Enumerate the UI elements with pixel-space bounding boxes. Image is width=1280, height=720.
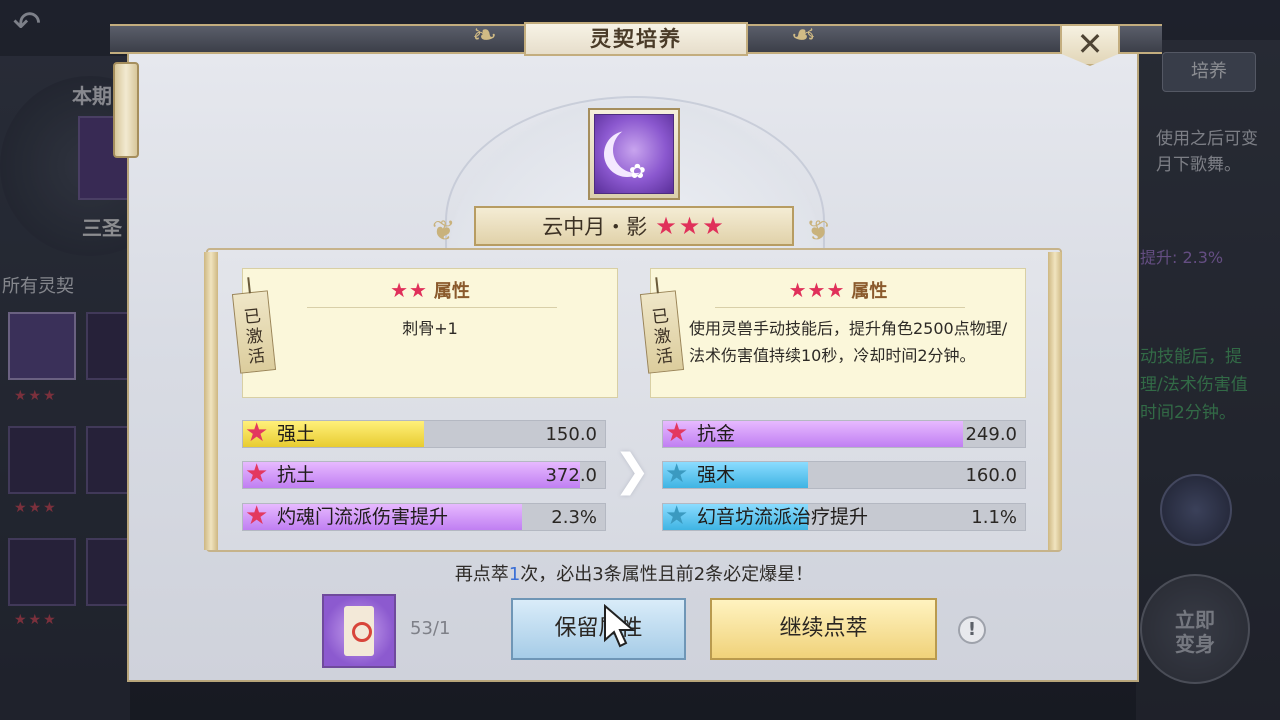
slot-stars-icon: ★★★ (14, 500, 58, 516)
all-contracts-label: 所有灵契 (2, 276, 74, 297)
material-count: 53/1 (410, 618, 451, 639)
current-card-label: 属性 (433, 281, 470, 302)
info-icon[interactable]: ! (958, 616, 986, 644)
next-stat-row: ★ 幻音坊流派治疗提升 1.1% (662, 501, 1026, 531)
stat-name: 强木 (697, 464, 736, 486)
right-effect-line: 时间2分钟。 (1140, 403, 1236, 423)
mouse-cursor-icon (604, 604, 636, 648)
stat-value: 160.0 (965, 465, 1017, 486)
title-left-ornament-icon: ❧ (472, 18, 498, 53)
right-desc-line: 使用之后可变 (1156, 129, 1258, 149)
stat-value: 372.0 (545, 465, 597, 486)
stat-name: 灼魂门流派伤害提升 (277, 506, 449, 528)
star-icon: ★ (665, 501, 689, 531)
next-attribute-card: ★★★ 属性 使用灵兽手动技能后，提升角色2500点物理/法术伤害值持续10秒，冷… (650, 268, 1026, 398)
stat-name: 幻音坊流派治疗提升 (697, 506, 869, 528)
left-featured-name: 三圣 (82, 216, 122, 240)
back-arrow-icon[interactable]: ↶ (6, 6, 48, 42)
left-period-title: 本期 (72, 84, 112, 108)
slot-stars-icon: ★★★ (14, 612, 58, 628)
next-stat-row: ★ 抗金 249.0 (662, 418, 1026, 448)
item-name-plate: 云中月・影 ★★★ (474, 206, 794, 246)
tab-cultivate[interactable]: 培养 (1162, 52, 1256, 92)
scroll-ornament-icon (113, 62, 139, 158)
star-icon: ★ (245, 501, 269, 531)
transform-button-line: 立即 (1175, 608, 1215, 632)
stat-name: 抗土 (277, 464, 316, 486)
current-stat-row: ★ 强土 150.0 (242, 418, 606, 448)
current-stat-row: ★ 抗土 372.0 (242, 459, 606, 489)
transform-button-line: 变身 (1175, 632, 1215, 656)
star-icon: ★ (245, 418, 269, 448)
crescent-moon-flower-icon: ✿ (594, 114, 674, 194)
stat-name: 强土 (277, 423, 316, 445)
stat-value: 2.3% (551, 507, 597, 528)
title-right-ornament-icon: ❧ (790, 18, 816, 53)
next-effect-text: 使用灵兽手动技能后，提升角色2500点物理/法术伤害值持续10秒，冷却时间2分钟… (689, 319, 1008, 365)
arrow-right-icon: ❯ (613, 445, 651, 496)
next-stars-icon: ★★★ (788, 278, 846, 302)
next-stat-row: ★ 强木 160.0 (662, 459, 1026, 489)
stat-value: 249.0 (965, 424, 1017, 445)
refine-hint: 再点萃1次，必出3条属性且前2条必定爆星！ (0, 560, 1268, 586)
contract-slot[interactable] (86, 312, 130, 380)
hint-count: 1 (508, 564, 521, 585)
hint-prefix: 再点萃 (454, 564, 509, 585)
left-side-ornament (204, 252, 218, 550)
transform-now-button[interactable]: 立即 变身 (1140, 574, 1250, 684)
stat-name: 抗金 (697, 423, 736, 445)
star-icon: ★ (665, 459, 689, 489)
next-card-header: ★★★ 属性 (651, 277, 1025, 303)
divider (307, 307, 557, 308)
current-attribute-card: ★★ 属性 刺骨+1 (242, 268, 618, 398)
item-frame[interactable]: ✿ (588, 108, 680, 200)
right-boost-text: 提升: 2.3% (1140, 248, 1224, 267)
current-effect-text: 刺骨+1 (402, 319, 458, 338)
refine-material-scroll-icon[interactable] (322, 594, 396, 668)
star-icon: ★ (245, 459, 269, 489)
spirit-avatar[interactable] (1160, 474, 1232, 546)
contract-slot[interactable] (8, 426, 76, 494)
item-stars-icon: ★★★ (655, 212, 726, 240)
right-side-ornament (1048, 252, 1062, 550)
next-card-label: 属性 (851, 281, 888, 302)
right-effect-line: 理/法术伤害值 (1140, 375, 1248, 395)
continue-refine-button[interactable]: 继续点萃 (710, 598, 937, 660)
contract-slot[interactable] (8, 312, 76, 380)
keep-attributes-button[interactable]: 保留属性 (511, 598, 686, 660)
slot-stars-icon: ★★★ (14, 388, 58, 404)
activated-tag-text: 已激活 (650, 306, 675, 368)
stat-value: 150.0 (545, 424, 597, 445)
dialog-title: 灵契培养 (524, 22, 748, 56)
current-stars-icon: ★★ (390, 278, 428, 302)
contract-slot[interactable] (86, 426, 130, 494)
current-card-header: ★★ 属性 (243, 277, 617, 303)
current-stat-row: ★ 灼魂门流派伤害提升 2.3% (242, 501, 606, 531)
right-effect-line: 动技能后，提 (1140, 347, 1242, 367)
item-name: 云中月・影 (542, 215, 648, 239)
name-right-ornament-icon: ❦ (806, 214, 830, 247)
hint-suffix: 次，必出3条属性且前2条必定爆星！ (520, 564, 814, 585)
star-icon: ★ (665, 418, 689, 448)
activated-tag-text: 已激活 (242, 306, 267, 368)
name-left-ornament-icon: ❦ (432, 214, 456, 247)
divider (715, 307, 965, 308)
stat-value: 1.1% (971, 507, 1017, 528)
right-desc-line: 月下歌舞。 (1156, 155, 1241, 175)
stat-fill-bar (243, 421, 424, 447)
